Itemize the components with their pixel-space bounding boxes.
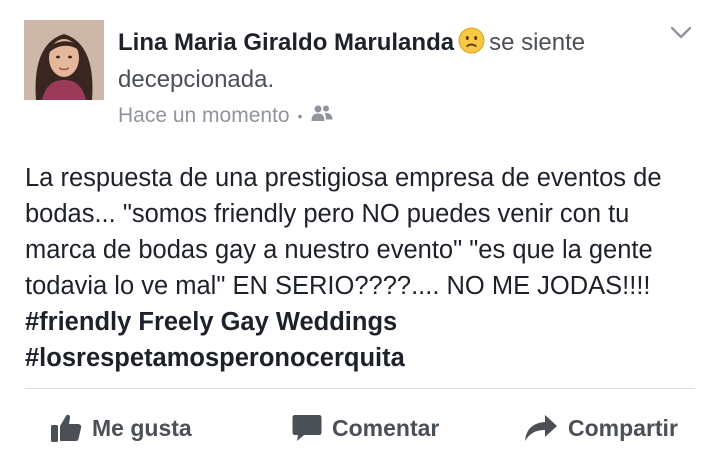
timestamp[interactable]: Hace un momento — [118, 104, 290, 128]
comment-label: Comentar — [332, 414, 440, 441]
author-name[interactable]: Lina Maria Giraldo Marulanda — [118, 29, 454, 56]
post-header: Lina Maria Giraldo Marulanda se siente de… — [118, 26, 678, 96]
thumbs-up-icon — [50, 413, 82, 443]
friends-icon[interactable] — [311, 104, 333, 128]
action-bar: Me gusta Comentar Compartir — [0, 389, 720, 466]
post-body-text: La respuesta de una prestigiosa empresa … — [25, 164, 669, 300]
comment-button[interactable]: Comentar — [292, 411, 439, 445]
share-label: Compartir — [568, 414, 678, 441]
post-body: La respuesta de una prestigiosa empresa … — [25, 160, 697, 376]
chevron-down-icon[interactable] — [670, 26, 692, 45]
share-arrow-icon — [524, 414, 558, 442]
post-meta: Hace un momento • — [118, 104, 333, 128]
avatar[interactable] — [24, 20, 104, 100]
hashtag-link[interactable]: #friendly Freely Gay Weddings — [25, 308, 397, 336]
sad-face-icon — [458, 27, 485, 63]
comment-icon — [292, 414, 322, 442]
like-label: Me gusta — [92, 414, 192, 441]
facebook-post: Lina Maria Giraldo Marulanda se siente de… — [0, 0, 720, 466]
hashtag-link[interactable]: #losrespetamosperonocerquita — [25, 344, 405, 372]
like-button[interactable]: Me gusta — [50, 411, 192, 445]
separator-dot: • — [297, 108, 303, 124]
share-button[interactable]: Compartir — [524, 411, 678, 445]
